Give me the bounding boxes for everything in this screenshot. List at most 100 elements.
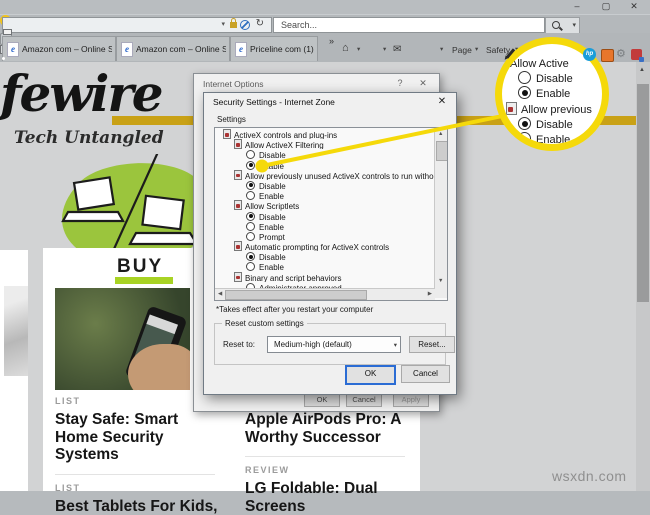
page-menu-button[interactable]: Page	[452, 45, 472, 55]
chevron-down-icon[interactable]: ▾	[572, 21, 576, 29]
tree-item-label: Automatic prompting for ActiveX controls	[245, 243, 389, 251]
list-vertical-scrollbar[interactable]: ▲ ▼	[434, 128, 447, 298]
refresh-icon[interactable]: ↻	[256, 18, 264, 29]
tree-item[interactable]: Allow ActiveX Filtering	[215, 139, 435, 149]
minimize-button[interactable]: –	[568, 0, 586, 13]
tree-item-label: Binary and script behaviors	[245, 274, 342, 282]
security-setting-icon	[234, 272, 242, 282]
article-title[interactable]: Apple AirPods Pro: A Worthy Successor	[245, 411, 415, 446]
scrollbar-thumb[interactable]	[637, 84, 649, 302]
radio-selected-icon[interactable]	[246, 252, 255, 261]
addon-orange-icon[interactable]	[601, 49, 614, 62]
radio-option[interactable]: Enable	[215, 190, 435, 200]
radio-unselected-icon[interactable]	[246, 232, 255, 241]
scroll-up-icon[interactable]: ▲	[639, 67, 645, 73]
scroll-down-icon[interactable]: ▼	[438, 278, 443, 284]
security-setting-icon	[506, 102, 517, 115]
tree-item[interactable]: Allow previously unused ActiveX controls…	[215, 170, 435, 180]
chevron-down-icon[interactable]: ▾	[383, 45, 386, 53]
tab-overflow-chevron[interactable]: »	[329, 36, 334, 46]
radio-option[interactable]: Enable	[215, 221, 435, 231]
ok-button[interactable]: OK	[345, 365, 396, 385]
article-title[interactable]: Stay Safe: Smart Home Security Systems	[55, 411, 225, 464]
radio-option[interactable]: Disable	[215, 149, 435, 159]
mail-icon[interactable]: ✉	[393, 44, 401, 55]
radio-unselected-icon[interactable]	[246, 150, 255, 159]
ie-page-icon: e	[7, 42, 19, 57]
radio-selected-icon[interactable]	[246, 212, 255, 221]
tab-label: Amazon com – Online Sh...	[136, 44, 226, 54]
tree-item-label: Allow Scriptlets	[245, 202, 299, 210]
addon-badge-icon[interactable]	[631, 49, 642, 60]
radio-unselected-icon[interactable]	[246, 222, 255, 231]
list-horizontal-scrollbar[interactable]: ◀ ▶	[215, 288, 435, 300]
scroll-left-icon[interactable]: ◀	[218, 291, 222, 297]
tree-item[interactable]: Allow Scriptlets	[215, 200, 435, 210]
scroll-right-icon[interactable]: ▶	[428, 291, 432, 297]
scrollbar-thumb[interactable]	[225, 290, 367, 300]
radio-option[interactable]: Enable	[215, 261, 435, 271]
radio-option[interactable]: Prompt	[215, 231, 435, 241]
article-title[interactable]: LG Foldable: Dual Screens	[245, 480, 415, 515]
scroll-up-icon[interactable]: ▲	[438, 131, 443, 137]
article-title[interactable]: Best Tablets For Kids,	[55, 498, 225, 515]
tab-amazon-2[interactable]: e Amazon com – Online Sh...	[116, 36, 230, 61]
help-button[interactable]: ?	[394, 78, 406, 88]
gear-icon[interactable]: ⚙	[616, 47, 626, 60]
cancel-button[interactable]: Cancel	[401, 365, 450, 383]
radio-selected-icon[interactable]	[246, 161, 255, 170]
page-scrollbar[interactable]: ▲	[636, 62, 650, 491]
chevron-down-icon[interactable]: ▾	[357, 45, 360, 53]
radio-unselected-icon[interactable]	[246, 262, 255, 271]
radio-selected-icon	[518, 117, 531, 130]
chevron-down-icon[interactable]: ▾	[221, 20, 225, 28]
hp-logo-icon[interactable]: hp	[583, 48, 596, 61]
reset-custom-settings-group: Reset custom settings Reset to: Medium-h…	[214, 323, 446, 365]
address-bar-row: ▾ ↻ Search... ▾ ⌂ ☆ ⚙ ☺	[0, 14, 650, 34]
radio-option[interactable]: Disable	[215, 211, 435, 221]
tree-item-label: Enable	[259, 263, 284, 271]
tab-label: Priceline com (1)	[250, 44, 314, 54]
radio-option[interactable]: Enable	[215, 160, 435, 170]
search-input[interactable]: Search...	[273, 17, 545, 33]
tree-item-label: Enable	[259, 162, 284, 170]
radio-unselected-icon[interactable]	[246, 191, 255, 200]
close-button[interactable]: ✕	[625, 0, 643, 13]
ie-page-icon: e	[235, 42, 247, 57]
settings-listbox[interactable]: ActiveX controls and plug-insAllow Activ…	[214, 127, 448, 301]
dialog-title: Security Settings - Internet Zone	[213, 97, 335, 107]
article-photo-phone[interactable]	[55, 288, 190, 390]
radio-option[interactable]: Disable	[215, 180, 435, 190]
radio-option[interactable]: Disable	[215, 251, 435, 261]
safety-menu-button[interactable]: Safety	[486, 45, 510, 55]
scrollbar-thumb[interactable]	[436, 141, 448, 161]
restart-note: *Takes effect after you restart your com…	[216, 305, 373, 314]
maximize-button[interactable]: ▢	[597, 0, 615, 13]
reset-level-dropdown[interactable]: Medium-high (default) ▾	[267, 336, 401, 353]
chevron-down-icon[interactable]: ▾	[394, 341, 397, 349]
search-placeholder: Search...	[281, 20, 317, 30]
tree-item[interactable]: ActiveX controls and plug-ins	[215, 129, 435, 139]
tab-priceline[interactable]: e Priceline com (1)	[230, 36, 318, 61]
callout-radio-option: Enable	[518, 130, 609, 144]
tree-item[interactable]: Binary and script behaviors	[215, 272, 435, 282]
chevron-down-icon[interactable]: ▾	[475, 45, 478, 53]
blocked-content-icon[interactable]	[240, 20, 250, 30]
tree-item[interactable]: Automatic prompting for ActiveX controls	[215, 241, 435, 251]
left-article-card[interactable]	[0, 250, 28, 491]
address-input[interactable]: ▾ ↻	[2, 17, 272, 33]
article-tag: LIST	[55, 483, 225, 494]
home-icon[interactable]: ⌂	[342, 42, 349, 54]
callout-label: Enable	[536, 134, 570, 146]
tree-item-label: Allow previously unused ActiveX controls…	[245, 172, 435, 180]
chevron-down-icon[interactable]: ▾	[440, 45, 443, 53]
close-icon[interactable]: ✕	[434, 96, 450, 107]
radio-unselected-icon	[518, 132, 531, 145]
reset-button[interactable]: Reset...	[409, 336, 455, 353]
tab-amazon-1[interactable]: e Amazon com – Online Sh...	[2, 36, 116, 61]
radio-selected-icon[interactable]	[246, 181, 255, 190]
lifewire-logo[interactable]: fewire	[0, 64, 162, 123]
close-icon[interactable]: ✕	[416, 78, 430, 89]
watermark: wsxdn.com	[552, 468, 627, 484]
divider	[55, 474, 215, 475]
